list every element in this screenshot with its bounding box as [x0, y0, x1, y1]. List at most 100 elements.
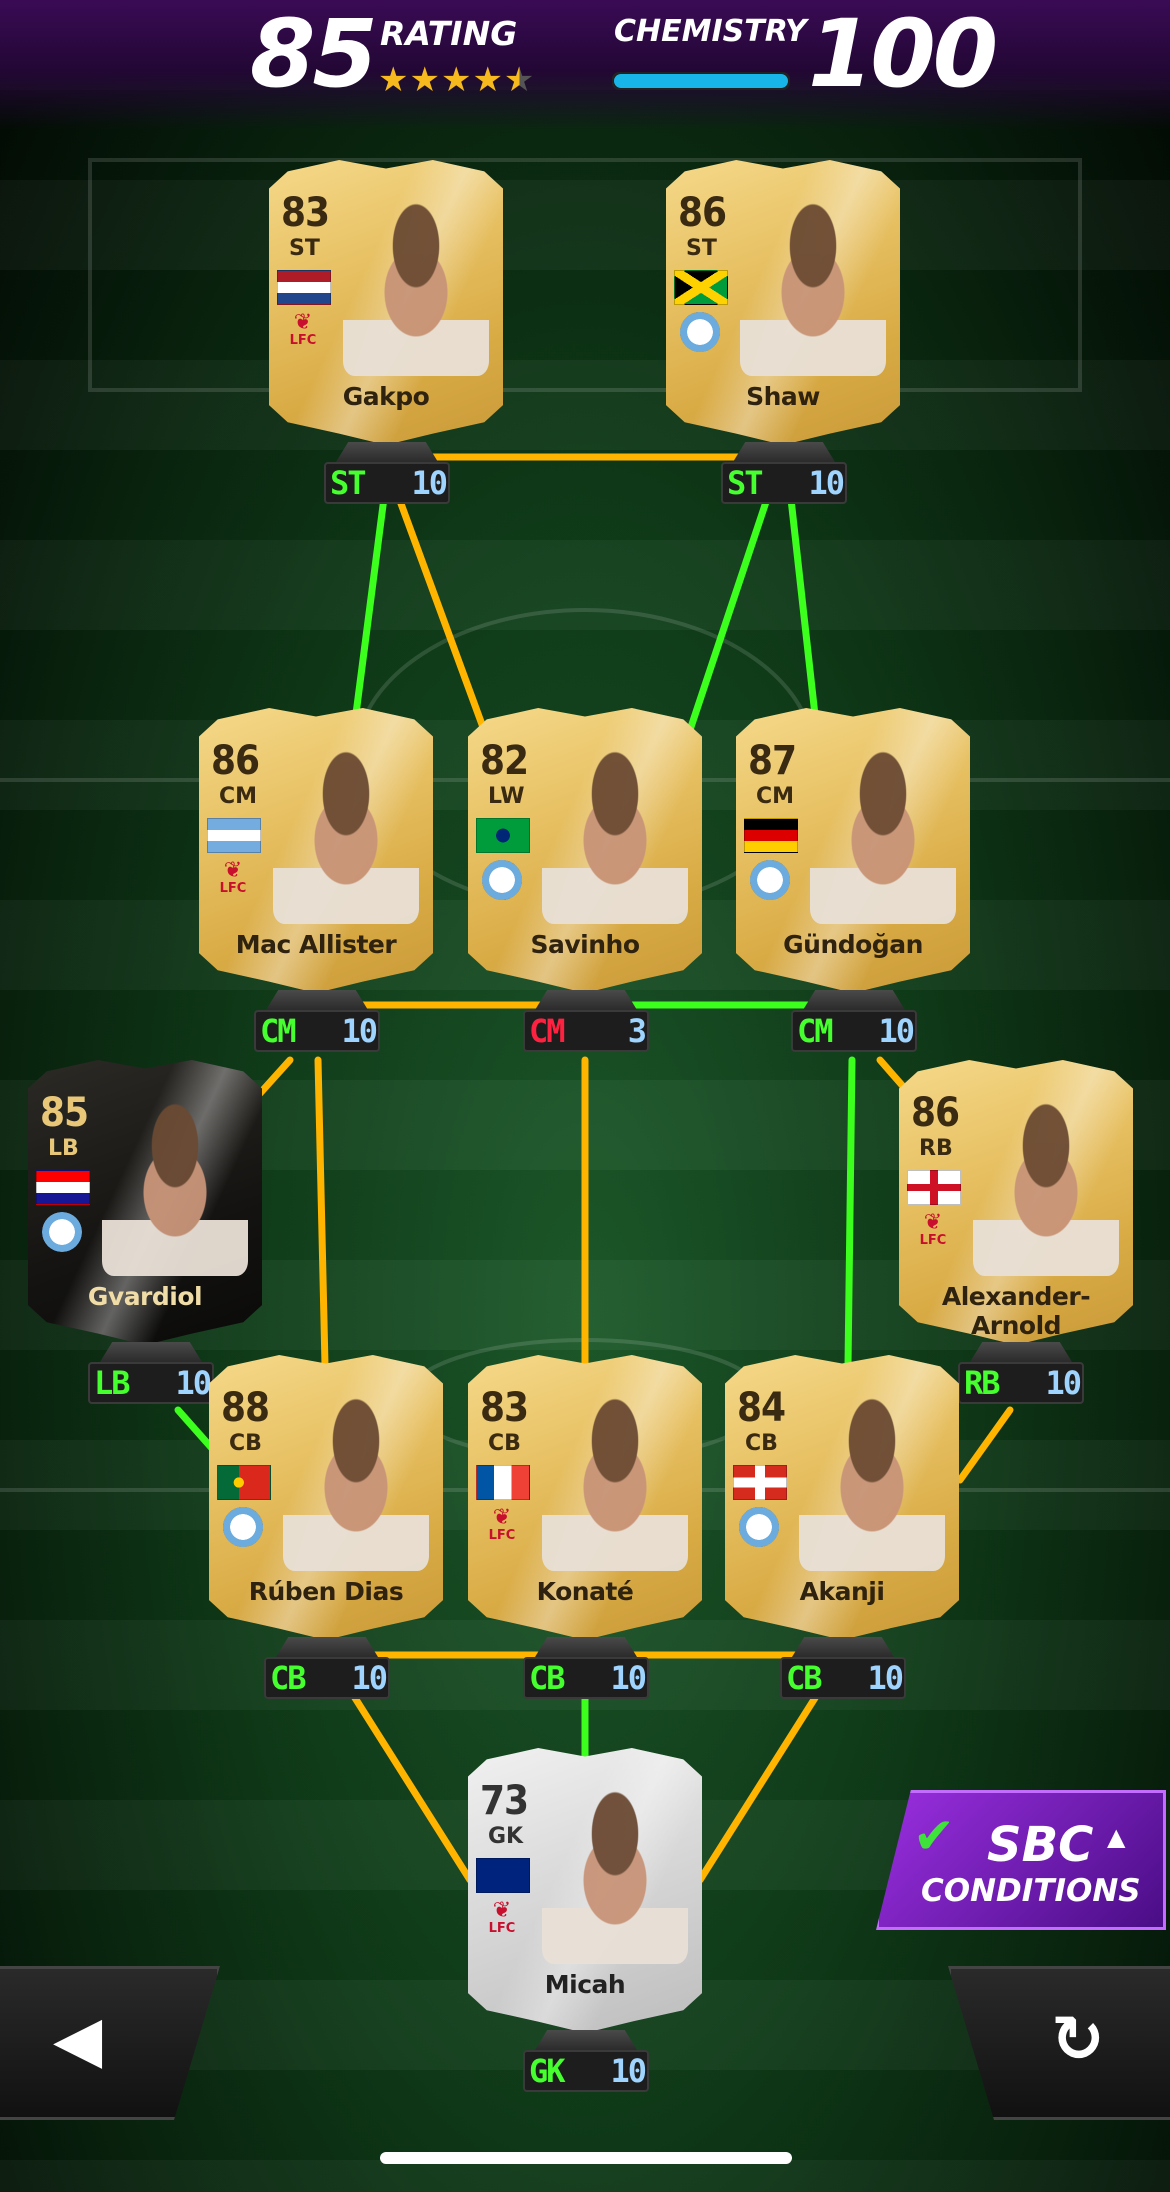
player-card-gakpo[interactable]: 83 ST ❦ LFC Gakpo: [269, 160, 503, 445]
player-photo: [799, 1385, 945, 1571]
player-position: LB: [48, 1136, 79, 1161]
squad-rating-value: 85: [250, 0, 378, 109]
badge-box: CM 10: [791, 1010, 917, 1052]
player-card-r-ben-dias[interactable]: 88 CB Rúben Dias: [209, 1355, 443, 1640]
player-name: Micah: [544, 1970, 626, 1999]
player-card-micah[interactable]: 73 GK ❦ LFC Micah: [468, 1748, 702, 2033]
player-position: LW: [488, 784, 525, 809]
club-label: LFC: [919, 1233, 947, 1248]
chemistry-points: 10: [878, 1012, 915, 1050]
badge-stand: [535, 2030, 637, 2050]
player-card-konat-[interactable]: 83 CB ❦ LFC Konaté: [468, 1355, 702, 1640]
england-flag-icon: [907, 1170, 961, 1205]
player-card-gvardiol[interactable]: 85 LB Gvardiol: [28, 1060, 262, 1345]
badge-stand: [336, 442, 438, 462]
player-photo: [273, 738, 419, 924]
chem-badge-akanji[interactable]: CB 10: [780, 1637, 906, 1699]
chem-badge-savinho[interactable]: CM 3: [523, 990, 649, 1052]
chem-badge-g-ndo-an[interactable]: CM 10: [791, 990, 917, 1052]
badge-box: GK 10: [523, 2050, 649, 2092]
player-name: Gvardiol: [87, 1282, 203, 1311]
badge-stand: [970, 1342, 1072, 1362]
link-rcm-rcb: [844, 1056, 856, 1369]
germany-flag-icon: [744, 818, 798, 853]
link-lcm-lcb: [314, 1056, 329, 1369]
slot-position: RB: [964, 1364, 1001, 1402]
player-card-savinho[interactable]: 82 LW Savinho: [468, 708, 702, 993]
chem-badge-gakpo[interactable]: ST 10: [324, 442, 450, 504]
chem-badge-mac-allister[interactable]: CM 10: [254, 990, 380, 1052]
badge-stand: [733, 442, 835, 462]
club-label: LFC: [488, 1528, 516, 1543]
player-name: Gündoğan: [783, 930, 923, 959]
chemistry-points: 10: [867, 1659, 904, 1697]
player-card-akanji[interactable]: 84 CB Akanji: [725, 1355, 959, 1640]
slot-position: CB: [529, 1659, 566, 1697]
chemistry-bar-fill: [614, 74, 788, 88]
player-position: CM: [219, 784, 258, 809]
back-arrow-icon: ◀: [53, 2003, 103, 2077]
sbc-conditions-button[interactable]: ✔ SBC ▲ CONDITIONS: [876, 1790, 1166, 1930]
mci-crest-icon: [482, 860, 522, 900]
lfc-crest-icon: ❦ LFC: [219, 858, 247, 896]
chem-badge-alexander-arnold[interactable]: RB 10: [958, 1342, 1084, 1404]
reset-icon: ↻: [1051, 2003, 1105, 2077]
badge-box: ST 10: [324, 462, 450, 504]
player-photo: [542, 1778, 688, 1964]
lfc-crest-icon: ❦ LFC: [488, 1898, 516, 1936]
player-photo: [343, 190, 489, 376]
player-photo: [542, 1385, 688, 1571]
player-name: Konaté: [536, 1577, 634, 1606]
switzerland-flag-icon: [733, 1465, 787, 1500]
chemistry-points: 3: [627, 1012, 647, 1050]
player-photo: [973, 1090, 1119, 1276]
chemistry-value: 100: [808, 0, 998, 109]
mci-crest-icon: [42, 1212, 82, 1252]
player-card-alexander-arnold[interactable]: 86 RB ❦ LFC Alexander-Arnold: [899, 1060, 1133, 1345]
player-rating: 82: [480, 738, 529, 784]
chem-badge-r-ben-dias[interactable]: CB 10: [264, 1637, 390, 1699]
club-label: LFC: [289, 333, 317, 348]
player-rating: 83: [281, 190, 330, 236]
lfc-crest-icon: ❦ LFC: [289, 310, 317, 348]
chemistry-bar: [612, 72, 790, 90]
chem-badge-gvardiol[interactable]: LB 10: [88, 1342, 214, 1404]
badge-box: RB 10: [958, 1362, 1084, 1404]
netherlands-flag-icon: [277, 270, 331, 305]
player-card-shaw[interactable]: 86 ST Shaw: [666, 160, 900, 445]
croatia-flag-icon: [36, 1170, 90, 1205]
player-photo: [740, 190, 886, 376]
badge-box: CB 10: [780, 1657, 906, 1699]
check-icon: ✔: [913, 1807, 955, 1865]
chemistry-points: 10: [610, 2052, 647, 2090]
slot-position: ST: [727, 464, 764, 502]
link-lcb-gk: [346, 1686, 474, 1884]
squad-header: 85 RATING ★★★★★ CHEMISTRY 100: [0, 0, 1170, 130]
player-name: Rúben Dias: [248, 1577, 404, 1606]
player-name: Akanji: [799, 1577, 885, 1606]
chem-badge-micah[interactable]: GK 10: [523, 2030, 649, 2092]
slot-position: CM: [260, 1012, 297, 1050]
argentina-flag-icon: [207, 818, 261, 853]
chemistry-points: 10: [351, 1659, 388, 1697]
player-position: CB: [488, 1431, 521, 1456]
badge-box: ST 10: [721, 462, 847, 504]
player-name: Savinho: [530, 930, 640, 959]
club-label: LFC: [488, 1921, 516, 1936]
portugal-flag-icon: [217, 1465, 271, 1500]
player-card-mac-allister[interactable]: 86 CM ❦ LFC Mac Allister: [199, 708, 433, 993]
badge-box: CM 10: [254, 1010, 380, 1052]
chem-badge-shaw[interactable]: ST 10: [721, 442, 847, 504]
player-rating: 86: [911, 1090, 960, 1136]
player-position: CB: [745, 1431, 778, 1456]
chemistry-points: 10: [175, 1364, 212, 1402]
player-card-g-ndo-an[interactable]: 87 CM Gündoğan: [736, 708, 970, 993]
badge-stand: [792, 1637, 894, 1657]
slot-position: CB: [270, 1659, 307, 1697]
chemistry-points: 10: [1045, 1364, 1082, 1402]
badge-stand: [535, 1637, 637, 1657]
chem-badge-konat-[interactable]: CB 10: [523, 1637, 649, 1699]
badge-box: CB 10: [523, 1657, 649, 1699]
slot-position: ST: [330, 464, 367, 502]
slot-position: CM: [529, 1012, 566, 1050]
